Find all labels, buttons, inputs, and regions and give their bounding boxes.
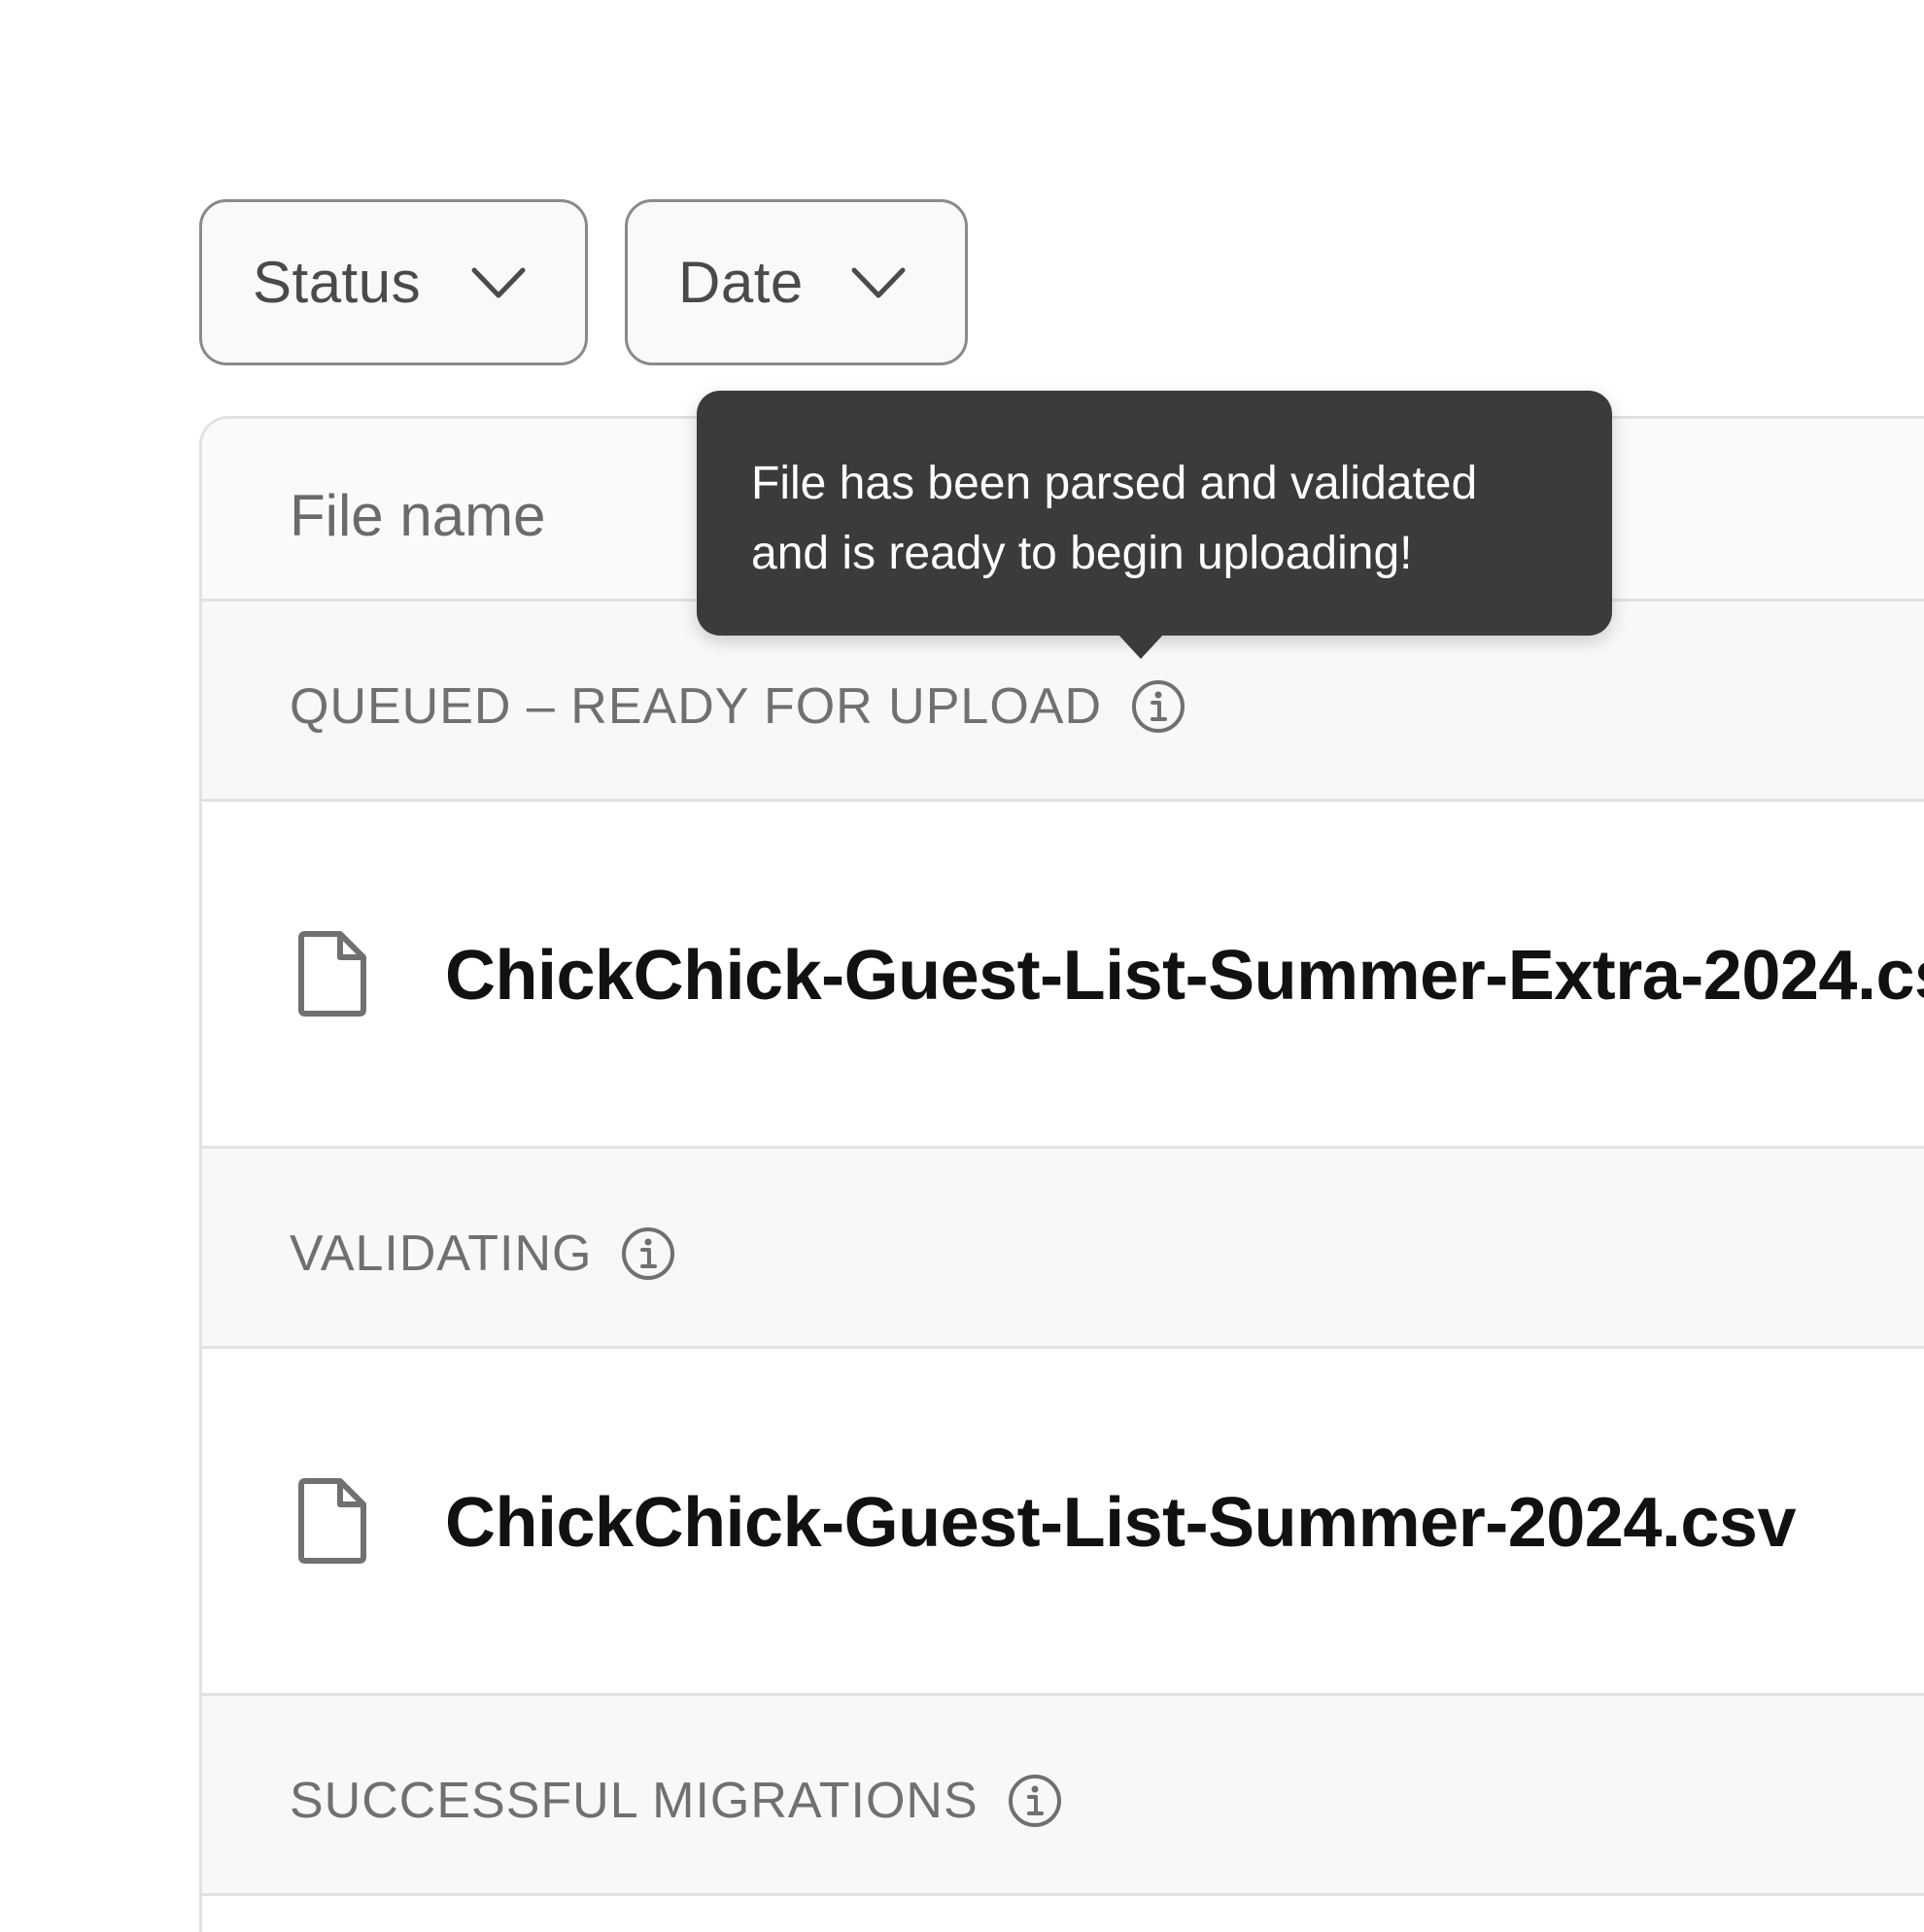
info-icon[interactable]	[621, 1226, 675, 1281]
file-name[interactable]: ChickChick-Guest-List-Summer-Extra-2024.…	[445, 936, 1924, 1016]
section-label-queued: QUEUED – READY FOR UPLOAD	[290, 678, 1103, 735]
date-filter-label: Date	[678, 250, 804, 315]
chevron-down-icon	[851, 267, 906, 298]
tooltip-line-2: and is ready to begin uploading!	[751, 528, 1413, 579]
chevron-down-icon	[471, 267, 526, 298]
table-row[interactable]: ChickChick-Guest-List-Summer-Extra-2024.…	[202, 802, 1924, 1149]
info-icon[interactable]	[1131, 679, 1185, 734]
file-name-column-header[interactable]: File name	[290, 482, 545, 549]
tooltip-line-1: File has been parsed and validated	[751, 458, 1478, 509]
section-label-successful: SUCCESSFUL MIGRATIONS	[290, 1773, 979, 1829]
file-name[interactable]: ChickChick-Guest-List-Summer-2024.csv	[445, 1483, 1797, 1563]
table-row[interactable]: ChickChick-Guest-List-Summer-2024.csv	[202, 1349, 1924, 1696]
status-filter-label: Status	[253, 250, 422, 315]
tooltip-arrow	[1117, 634, 1164, 659]
info-tooltip: File has been parsed and validated and i…	[697, 391, 1612, 636]
date-filter-button[interactable]: Date	[625, 199, 968, 365]
file-table: File name QUEUED – READY FOR UPLOAD Chic…	[199, 416, 1924, 1932]
section-header-validating: VALIDATING	[202, 1149, 1924, 1349]
section-label-validating: VALIDATING	[290, 1225, 593, 1282]
file-icon	[298, 1478, 366, 1564]
file-icon	[298, 931, 366, 1017]
section-header-successful: SUCCESSFUL MIGRATIONS	[202, 1696, 1924, 1896]
status-filter-button[interactable]: Status	[199, 199, 588, 365]
info-icon[interactable]	[1008, 1774, 1062, 1828]
